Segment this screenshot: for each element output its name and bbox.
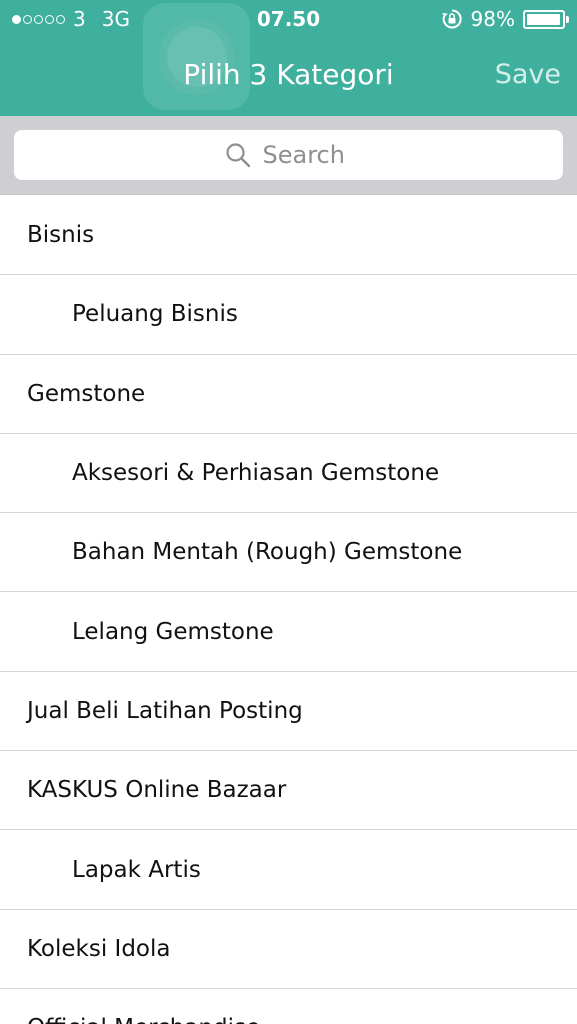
save-button[interactable]: Save [495,59,561,90]
status-bar: 3 3G 07.50 98% [0,0,577,38]
category-item[interactable]: Koleksi Idola [0,910,577,989]
page-title: Pilih 3 Kategori [183,58,394,91]
app-icon-ghost [143,3,250,110]
status-right: 98% [441,7,569,31]
category-item[interactable]: Official Merchandise [0,989,577,1024]
search-input[interactable] [262,141,353,169]
battery-tip [566,15,569,23]
search-box[interactable] [14,130,563,180]
search-icon [225,143,250,168]
subcategory-item[interactable]: Lelang Gemstone [0,592,577,672]
category-list: Bisnis Peluang Bisnis Gemstone Aksesori & P… [0,196,577,1024]
category-item[interactable]: Gemstone [0,355,577,434]
category-item[interactable]: KASKUS Online Bazaar [0,751,577,831]
subcategory-item[interactable]: Aksesori & Perhiasan Gemstone [0,434,577,514]
subcategory-item[interactable]: Bahan Mentah (Rough) Gemstone [0,513,577,593]
category-item[interactable]: Bisnis [0,196,577,276]
battery-percent: 98% [470,7,515,31]
battery-fill [527,13,561,25]
battery-icon [523,9,569,29]
subcategory-item[interactable]: Lapak Artis [0,830,577,910]
search-bar [0,116,577,195]
rotation-lock-icon [441,9,462,29]
category-item[interactable]: Jual Beli Latihan Posting [0,672,577,752]
subcategory-item[interactable]: Peluang Bisnis [0,275,577,355]
app-header: 3 3G 07.50 98% Pilih 3 Kategori Save [0,0,577,116]
